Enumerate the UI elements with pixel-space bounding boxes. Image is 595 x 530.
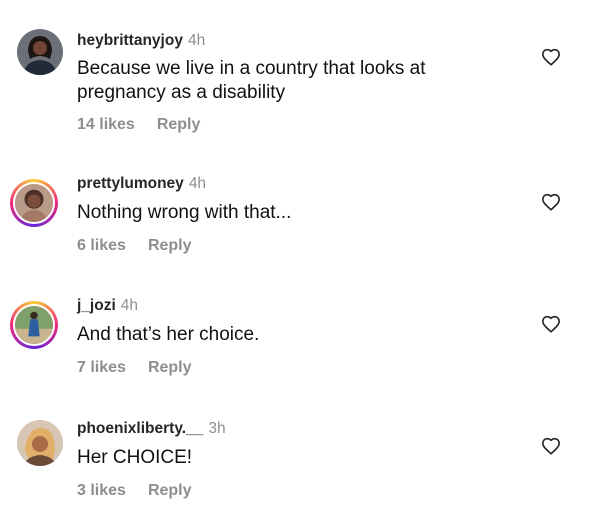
username[interactable]: heybrittanyjoy	[77, 32, 183, 49]
avatar[interactable]	[10, 179, 58, 227]
timestamp: 3h	[208, 420, 226, 437]
timestamp: 4h	[187, 32, 206, 49]
username[interactable]: prettylumoney	[77, 175, 184, 192]
avatar[interactable]	[17, 29, 63, 75]
profile-photo-avatar	[17, 420, 63, 466]
heart-icon[interactable]	[541, 48, 561, 66]
profile-photo-avatar-story-ring	[15, 184, 53, 222]
timestamp: 4h	[188, 175, 207, 192]
profile-photo-avatar-story-ring	[15, 306, 53, 344]
profile-photo-avatar	[17, 29, 63, 75]
comment-text: And that’s her choice.	[77, 324, 260, 345]
likes-count[interactable]: 14 likes	[77, 116, 135, 133]
likes-count[interactable]: 3 likes	[77, 482, 126, 499]
reply-button[interactable]: Reply	[148, 237, 192, 254]
comment-header: prettylumoney 4h	[77, 175, 206, 193]
avatar-photo	[13, 182, 55, 224]
heart-icon[interactable]	[541, 193, 561, 211]
comment-header: j_jozi 4h	[77, 297, 138, 315]
likes-count[interactable]: 7 likes	[77, 359, 126, 376]
username[interactable]: j_jozi	[77, 297, 116, 314]
comment-header: phoenixliberty.__ 3h	[77, 420, 226, 438]
heart-icon[interactable]	[541, 437, 561, 455]
avatar[interactable]	[10, 301, 58, 349]
timestamp: 4h	[120, 297, 139, 314]
username[interactable]: phoenixliberty.__	[77, 420, 203, 437]
avatar[interactable]	[17, 420, 63, 466]
comment-meta: 3 likes Reply	[77, 481, 192, 501]
avatar-photo	[13, 304, 55, 346]
comment-header: heybrittanyjoy 4h	[77, 32, 205, 50]
reply-button[interactable]: Reply	[148, 359, 192, 376]
comment-meta: 6 likes Reply	[77, 236, 192, 256]
comment-meta: 7 likes Reply	[77, 358, 192, 378]
reply-button[interactable]: Reply	[157, 116, 201, 133]
comment-meta: 14 likes Reply	[77, 115, 200, 135]
comment-text: Because we live in a country that looks …	[77, 58, 426, 103]
comment-text: Nothing wrong with that...	[77, 202, 292, 223]
likes-count[interactable]: 6 likes	[77, 237, 126, 254]
reply-button[interactable]: Reply	[148, 482, 192, 499]
heart-icon[interactable]	[541, 315, 561, 333]
comment-text: Her CHOICE!	[77, 447, 193, 468]
